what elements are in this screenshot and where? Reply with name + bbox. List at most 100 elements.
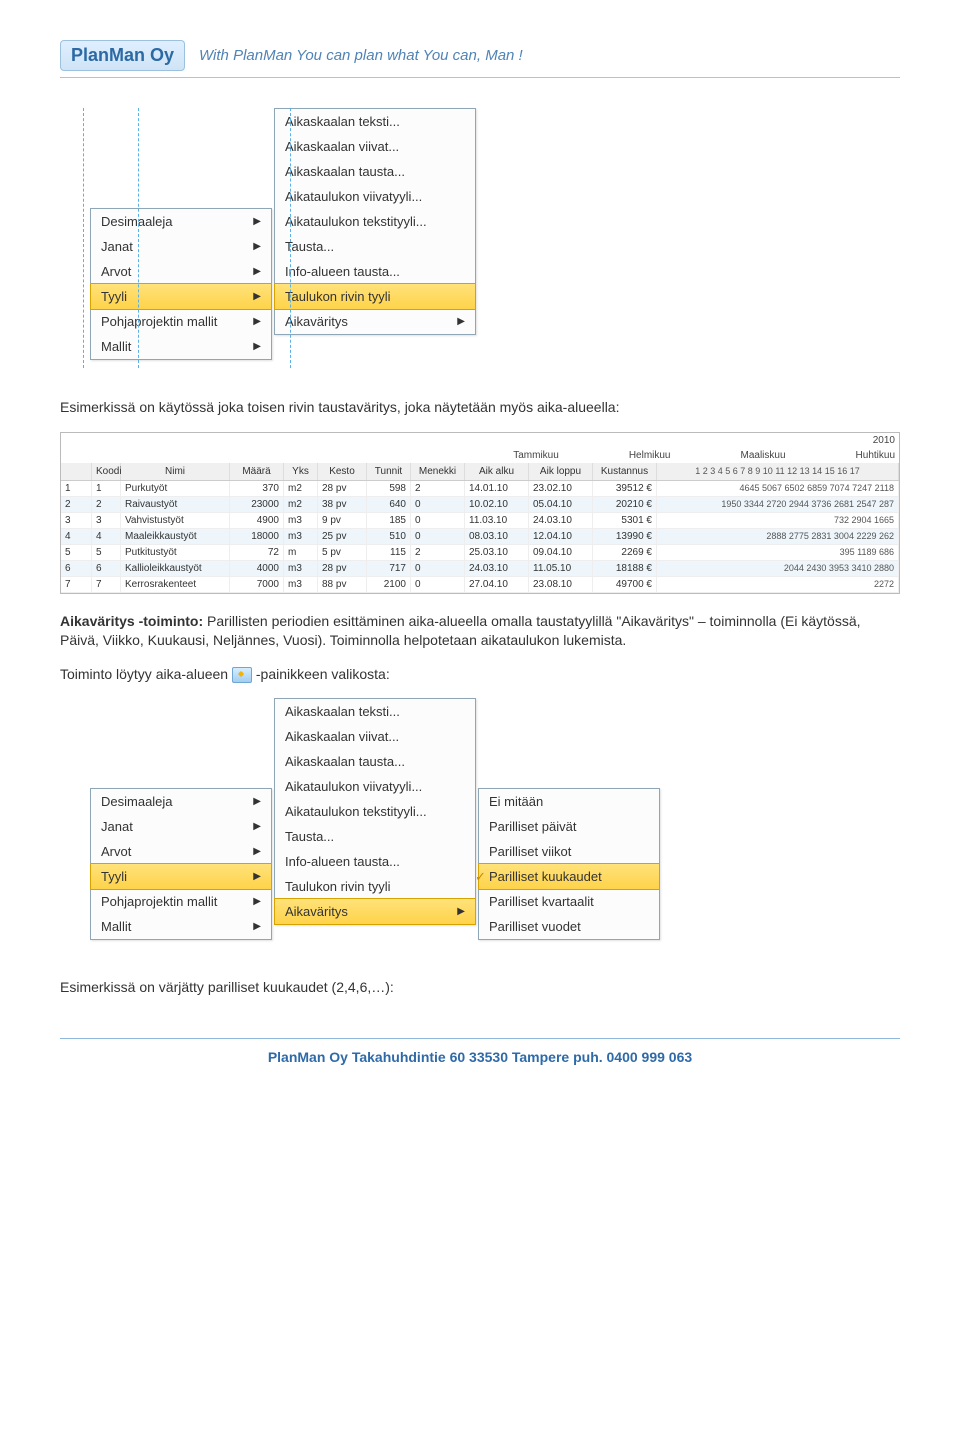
chevron-right-icon: ▶ xyxy=(253,871,261,882)
menu-item[interactable]: Mallit ▶ xyxy=(91,334,271,359)
table-row: 33Vahvistustyöt4900m39 pv185011.03.1024.… xyxy=(61,513,899,529)
menu-item-label: Tyyli xyxy=(101,289,127,304)
menu-item-label: Ei mitään xyxy=(489,794,543,809)
menu-item[interactable]: Janat▶ xyxy=(91,814,271,839)
menu-item[interactable]: Parilliset vuodet xyxy=(479,914,659,939)
menu-item[interactable]: Aikaväritys▶ xyxy=(275,309,475,334)
menu-item[interactable]: Janat▶ xyxy=(91,234,271,259)
para3-a: Toiminto löytyy aika-alueen xyxy=(60,666,228,682)
menu-item-label: Parilliset vuodet xyxy=(489,919,581,934)
palette-icon[interactable] xyxy=(232,667,252,683)
menu-item[interactable]: Arvot▶ xyxy=(91,259,271,284)
menu-item[interactable]: Aikataulukon viivatyyli... xyxy=(275,774,475,799)
year-label: 2010 xyxy=(873,435,895,446)
chevron-right-icon: ▶ xyxy=(253,896,261,907)
menu-item[interactable]: Parilliset päivät xyxy=(479,814,659,839)
menu-item-label: Arvot xyxy=(101,264,131,279)
chevron-right-icon: ▶ xyxy=(253,291,261,302)
para2-lead: Aikaväritys -toiminto: xyxy=(60,613,203,629)
menu-screenshot-1: Desimaaleja▶Janat▶Arvot▶Tyyli▶Pohjaproje… xyxy=(60,108,900,378)
menu-item[interactable]: Aikataulukon viivatyyli... xyxy=(275,184,475,209)
menu-item-label: Aikaskaalan viivat... xyxy=(285,729,399,744)
menu-item[interactable]: Parilliset kvartaalit xyxy=(479,889,659,914)
logo: PlanMan Oy xyxy=(60,40,185,71)
menu-item[interactable]: Aikaskaalan teksti... xyxy=(275,109,475,134)
page-header: PlanMan Oy With PlanMan You can plan wha… xyxy=(60,40,900,78)
menu-item[interactable]: Parilliset kuukaudet xyxy=(478,863,660,890)
menu-item[interactable]: Aikaskaalan viivat... xyxy=(275,134,475,159)
menu-item-label: Tyyli xyxy=(101,869,127,884)
menu-item[interactable]: Tausta... xyxy=(275,234,475,259)
menu-item-label: Tausta... xyxy=(285,239,334,254)
menu-item[interactable]: Arvot ▶ xyxy=(91,839,271,864)
footer: PlanMan Oy Takahuhdintie 60 33530 Tamper… xyxy=(60,1038,900,1065)
timeline-numbers: 1 2 3 4 5 6 7 8 9 10 11 12 13 14 15 16 1… xyxy=(657,463,899,480)
menu-item[interactable]: Aikaskaalan tausta... xyxy=(275,159,475,184)
table-row: 66Kallioleikkaustyöt4000m328 pv717024.03… xyxy=(61,561,899,577)
slogan: With PlanMan You can plan what You can, … xyxy=(199,47,523,64)
menu2-mid: Aikaskaalan teksti... Aikaskaalan viivat.… xyxy=(274,698,476,925)
menu-item-label: Aikaskaalan viivat... xyxy=(285,139,399,154)
menu-item[interactable]: Taulukon rivin tyyli xyxy=(274,283,476,310)
menu-item-label: Info-alueen tausta... xyxy=(285,264,400,279)
menu-item-label: Taulukon rivin tyyli xyxy=(285,879,391,894)
paragraph-2: Aikaväritys -toiminto: Parillisten perio… xyxy=(60,612,900,651)
menu-item-label: Info-alueen tausta... xyxy=(285,854,400,869)
chevron-right-icon: ▶ xyxy=(253,341,261,352)
menu-item-label: Aikaväritys xyxy=(285,314,348,329)
months-row: Tammikuu Helmikuu Maaliskuu Huhtikuu xyxy=(61,448,899,463)
table-row: 77Kerrosrakenteet7000m388 pv2100027.04.1… xyxy=(61,577,899,593)
menu-item[interactable]: Parilliset viikot xyxy=(479,839,659,864)
menu-item[interactable]: Aikaskaalan tausta... xyxy=(275,749,475,774)
menu-item[interactable]: Pohjaprojektin mallit▶ xyxy=(91,309,271,334)
menu-item[interactable]: Aikaväritys ▶ xyxy=(274,898,476,925)
menu2-left: Desimaaleja▶Janat▶Arvot▶Tyyli▶Pohjaproje… xyxy=(90,788,272,940)
paragraph-4: Esimerkissä on värjätty parilliset kuuka… xyxy=(60,978,900,998)
table-row: 11Purkutyöt370m228 pv598214.01.1023.02.1… xyxy=(61,481,899,497)
paragraph-3: Toiminto löytyy aika-alueen -painikkeen … xyxy=(60,665,900,685)
menu-item-label: Aikataulukon viivatyyli... xyxy=(285,189,422,204)
menu-item-label: Aikaskaalan teksti... xyxy=(285,114,400,129)
chevron-right-icon: ▶ xyxy=(253,316,261,327)
menu-item-label: Aikaskaalan teksti... xyxy=(285,704,400,719)
paragraph-1: Esimerkissä on käytössä joka toisen rivi… xyxy=(60,398,900,418)
menu-item[interactable]: Pohjaprojektin mallit▶ xyxy=(91,889,271,914)
menu-left: Desimaaleja▶Janat▶Arvot▶Tyyli▶Pohjaproje… xyxy=(90,208,272,360)
menu-item[interactable]: Taulukon rivin tyyli xyxy=(275,874,475,899)
table-header: Koodi Nimi Määrä Yks Kesto Tunnit Menekk… xyxy=(61,463,899,481)
table-row: 44Maaleikkaustyöt18000m325 pv510008.03.1… xyxy=(61,529,899,545)
menu-item[interactable]: Tyyli ▶ xyxy=(90,863,272,890)
menu-item[interactable]: Tyyli ▶ xyxy=(90,283,272,310)
menu-item-label: Aikaskaalan tausta... xyxy=(285,164,405,179)
menu-item[interactable]: Desimaaleja▶ xyxy=(91,789,271,814)
menu-item[interactable]: Ei mitään xyxy=(479,789,659,814)
menu-item[interactable]: Mallit ▶ xyxy=(91,914,271,939)
chevron-right-icon: ▶ xyxy=(457,906,465,917)
menu-item-label: Mallit xyxy=(101,339,131,354)
menu-item[interactable]: Aikaskaalan viivat... xyxy=(275,724,475,749)
menu-item[interactable]: Info-alueen tausta... xyxy=(275,849,475,874)
menu-screenshot-2: Desimaaleja▶Janat▶Arvot▶Tyyli▶Pohjaproje… xyxy=(60,698,900,958)
menu-item-label: Arvot xyxy=(101,844,131,859)
chevron-right-icon: ▶ xyxy=(253,821,261,832)
menu-item[interactable]: Info-alueen tausta... xyxy=(275,259,475,284)
menu-item[interactable]: Desimaaleja▶ xyxy=(91,209,271,234)
menu-item[interactable]: Tausta... xyxy=(275,824,475,849)
menu-item-label: Parilliset kuukaudet xyxy=(489,869,602,884)
chevron-right-icon: ▶ xyxy=(253,921,261,932)
menu-item-label: Aikaväritys xyxy=(285,904,348,919)
menu-item[interactable]: Aikaskaalan teksti... xyxy=(275,699,475,724)
para3-b: -painikkeen valikosta: xyxy=(256,666,390,682)
menu2-right: Ei mitään Parilliset päivät Parilliset vii… xyxy=(478,788,660,940)
menu-item-label: Mallit xyxy=(101,919,131,934)
menu-item-label: Tausta... xyxy=(285,829,334,844)
chevron-right-icon: ▶ xyxy=(253,846,261,857)
menu-item[interactable]: Aikataulukon tekstityyli... xyxy=(275,799,475,824)
table-body: 11Purkutyöt370m228 pv598214.01.1023.02.1… xyxy=(61,481,899,593)
logo-text: PlanMan Oy xyxy=(71,45,174,65)
menu-item[interactable]: Aikataulukon tekstityyli... xyxy=(275,209,475,234)
menu-item-label: Aikataulukon tekstityyli... xyxy=(285,214,427,229)
menu-item-label: Aikaskaalan tausta... xyxy=(285,754,405,769)
menu-item-label: Taulukon rivin tyyli xyxy=(285,289,391,304)
menu-item-label: Parilliset viikot xyxy=(489,844,571,859)
